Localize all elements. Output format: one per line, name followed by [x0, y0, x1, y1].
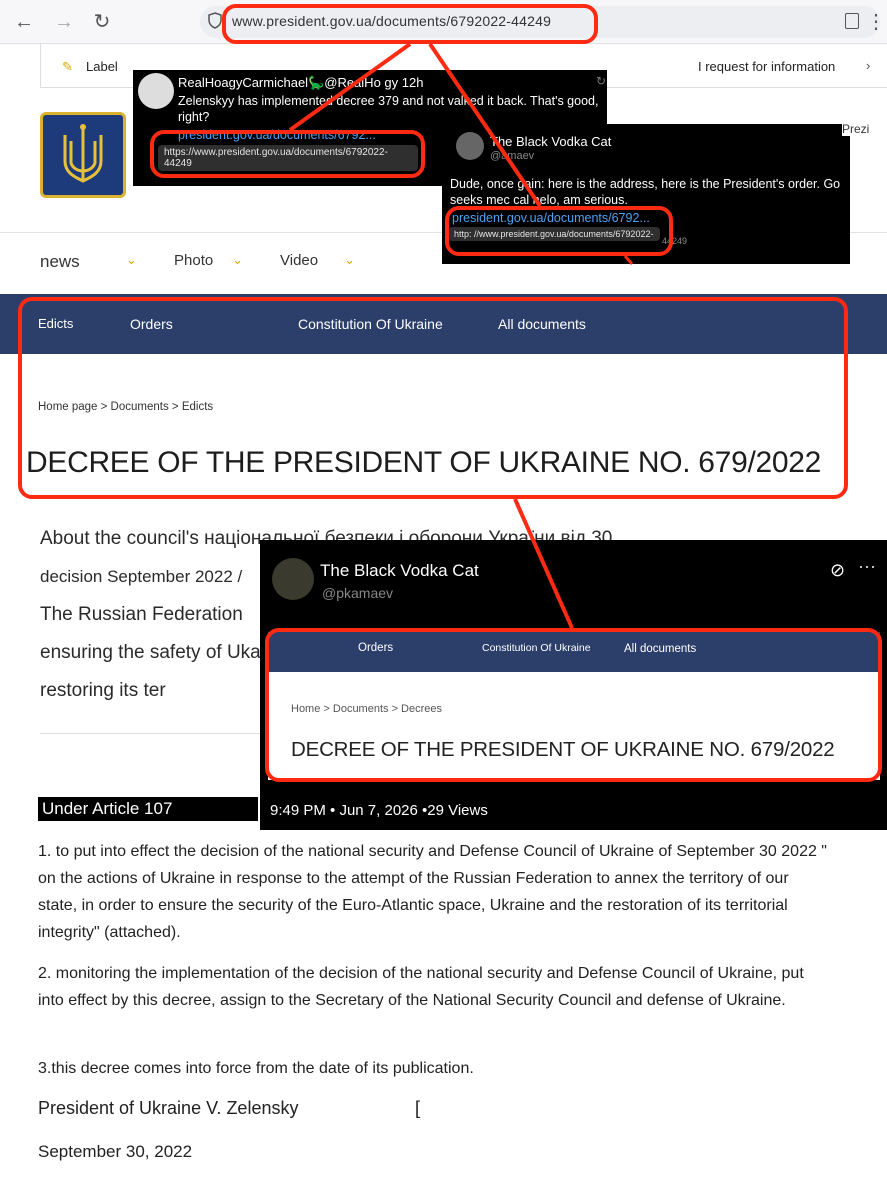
- avatar[interactable]: [456, 132, 484, 160]
- paragraph-2: 2. monitoring the implementation of the …: [38, 965, 804, 1009]
- tweet-author[interactable]: The Black Vodka Cat: [490, 134, 611, 149]
- highlight-decree-header: [18, 297, 848, 499]
- reload-icon[interactable]: ↻: [90, 10, 114, 34]
- tweet-author[interactable]: RealHoagyCarmichael🦕@RealHo gy 12h: [178, 75, 423, 91]
- shield-icon[interactable]: [208, 12, 222, 29]
- slash-circle-icon[interactable]: ⊘: [830, 560, 845, 581]
- tweet-handle[interactable]: @amaev: [490, 150, 534, 162]
- trident-logo[interactable]: [40, 112, 126, 198]
- text-cursor: [: [415, 1098, 421, 1118]
- article-label: Under Article 107: [38, 797, 258, 821]
- tweet-text: Zelenskyy has implemented decree 379 and…: [178, 94, 599, 124]
- nav-news[interactable]: news: [40, 252, 80, 272]
- sign-date: September 30, 2022: [38, 1142, 193, 1161]
- highlight-tweet2-link: [445, 206, 673, 256]
- tweet-handle[interactable]: @pkamaev: [322, 585, 393, 601]
- menu-icon[interactable]: ⋮: [866, 8, 886, 36]
- lead-line: ensuring the safety of Ukai: [40, 642, 265, 663]
- tweet-text: Dude, once gain: here is the address, he…: [450, 177, 841, 207]
- more-icon[interactable]: ⋯: [858, 557, 876, 578]
- chevron-down-icon[interactable]: ⌄: [232, 252, 243, 268]
- top-link-label[interactable]: Label: [86, 59, 118, 74]
- arrow-left-icon[interactable]: ←: [12, 10, 36, 34]
- paragraph-3: 3.this decree comes into force from the …: [38, 1060, 474, 1077]
- nav-photo[interactable]: Photo: [174, 252, 213, 269]
- avatar[interactable]: [138, 73, 174, 109]
- nav-video[interactable]: Video: [280, 252, 318, 269]
- lead-line: decision September 2022 /: [40, 567, 243, 586]
- overlay-fragment: Prezi: [842, 122, 870, 136]
- tweet-meta: 9:49 PM • Jun 7, 2026 •29 Views: [270, 802, 488, 819]
- lead-line: The Russian Federation: [40, 604, 243, 625]
- divider: [40, 733, 260, 734]
- pencil-icon: ✎: [62, 59, 73, 74]
- chevron-right-icon[interactable]: ›: [866, 58, 870, 73]
- arrow-right-icon[interactable]: →: [52, 10, 76, 34]
- signature: President of Ukraine V. Zelensky: [38, 1098, 299, 1118]
- chevron-down-icon[interactable]: ⌄: [344, 252, 355, 268]
- trident-icon: [63, 124, 103, 183]
- avatar[interactable]: [272, 558, 314, 600]
- chevron-down-icon[interactable]: ⌄: [126, 252, 137, 268]
- reader-icon[interactable]: [845, 13, 859, 29]
- highlight-url: [222, 4, 598, 44]
- lead-line: restoring its ter: [40, 680, 166, 701]
- highlight-tweet1-link: [150, 130, 425, 178]
- highlight-embedded-decree: [265, 628, 882, 782]
- tweet-author[interactable]: The Black Vodka Cat: [320, 561, 479, 581]
- paragraph-1: 1. to put into effect the decision of th…: [38, 843, 827, 941]
- top-link-information[interactable]: I request for information: [698, 59, 835, 74]
- refresh-icon[interactable]: ↻: [596, 74, 606, 88]
